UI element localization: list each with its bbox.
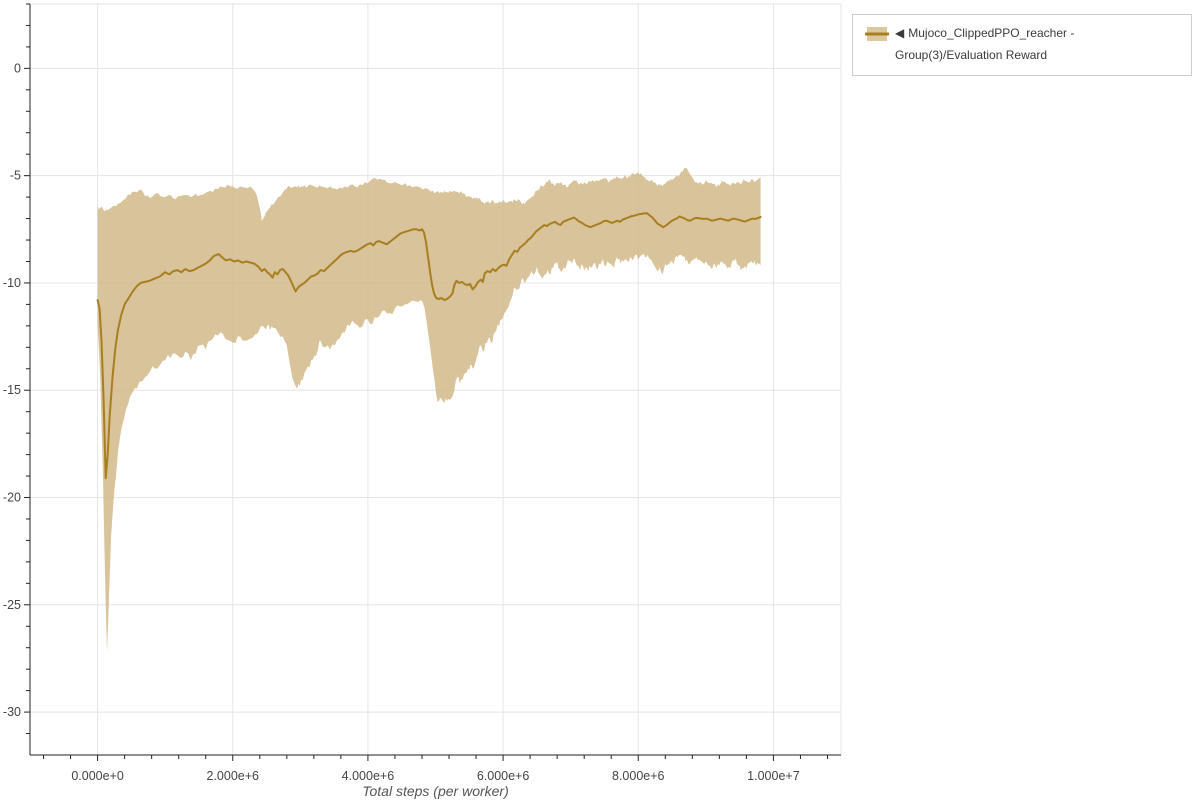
- y-tick-label: -30: [3, 705, 21, 719]
- x-tick-label: 1.000e+7: [747, 769, 800, 783]
- y-tick-label: -10: [3, 276, 21, 290]
- x-tick-label: 4.000e+6: [342, 769, 395, 783]
- x-tick-label: 2.000e+6: [207, 769, 260, 783]
- legend-item-label: Mujoco_ClippedPPO_reacher - Group(3)/Eva…: [895, 26, 1075, 62]
- legend[interactable]: ◀ Mujoco_ClippedPPO_reacher - Group(3)/Ev…: [852, 14, 1192, 76]
- x-axis-title: Total steps (per worker): [362, 783, 509, 799]
- dashboard-plot-panel: 0 -5 -10 -15 -20 -25 -30 0.000e+0 2.000e+6 4.000e…: [0, 0, 1200, 800]
- y-tick-label: -20: [3, 491, 21, 505]
- legend-item[interactable]: ◀ Mujoco_ClippedPPO_reacher - Group(3)/Ev…: [895, 22, 1183, 66]
- legend-swatch-icon: [865, 27, 889, 41]
- y-tick-label: -25: [3, 598, 21, 612]
- x-tick-label: 0.000e+0: [71, 769, 124, 783]
- legend-selector-icon: ◀: [895, 26, 905, 40]
- y-axis-ticks: 0 -5 -10 -15 -20 -25 -30: [3, 3, 30, 735]
- confidence-band: [97, 168, 761, 652]
- x-tick-label: 8.000e+6: [612, 769, 665, 783]
- x-tick-label: 6.000e+6: [477, 769, 530, 783]
- reward-plot[interactable]: 0 -5 -10 -15 -20 -25 -30 0.000e+0 2.000e+6 4.000e…: [0, 0, 1200, 800]
- y-tick-label: -5: [10, 169, 21, 183]
- y-tick-label: -15: [3, 383, 21, 397]
- x-axis-ticks: 0.000e+0 2.000e+6 4.000e+6 6.000e+6 8.000e+6…: [43, 755, 828, 783]
- y-tick-label: 0: [14, 61, 21, 75]
